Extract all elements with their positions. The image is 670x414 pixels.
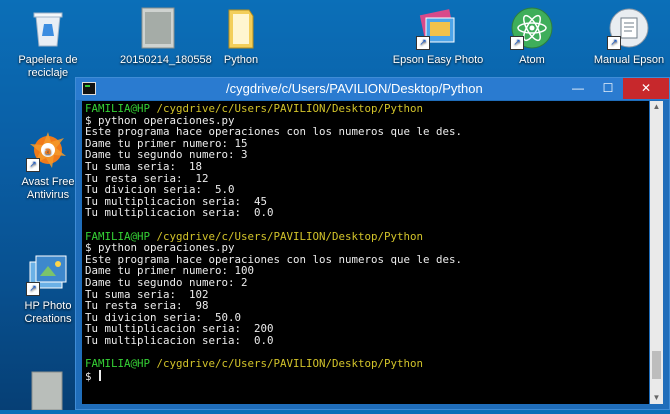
output-line: $ python operaciones.py <box>85 241 235 255</box>
shortcut-arrow-icon: ↗ <box>607 36 621 50</box>
desktop-icon-partial[interactable] <box>26 370 70 414</box>
folder-icon <box>219 6 263 50</box>
command-input-line[interactable]: $ <box>85 369 646 383</box>
output-line: Tu multiplicacion seria: 0.0 <box>85 206 274 220</box>
shortcut-arrow-icon: ↗ <box>416 36 430 50</box>
shortcut-arrow-icon: ↗ <box>26 158 40 172</box>
text-cursor <box>99 369 102 381</box>
desktop-icon-label: Python <box>223 54 259 66</box>
scroll-up-icon[interactable]: ▲ <box>650 101 663 113</box>
minimize-button[interactable]: — <box>563 78 593 99</box>
output-line: Tu resta seria: 98 <box>85 299 209 313</box>
shortcut-arrow-icon: ↗ <box>510 36 524 50</box>
desktop-icon-label: 20150214_180558 <box>120 54 212 66</box>
prompt-user: FAMILIA@HP <box>85 357 151 371</box>
image-file-icon <box>136 6 180 50</box>
terminal-window[interactable]: /cygdrive/c/Users/PAVILION/Desktop/Pytho… <box>75 77 670 410</box>
output-line: Tu multiplicacion seria: 0.0 <box>85 333 274 347</box>
svg-text:a: a <box>45 146 52 157</box>
terminal-app-icon <box>82 82 96 95</box>
desktop-icon-recycle-bin[interactable]: Papelera de reciclaje <box>10 6 86 80</box>
prompt-line: FAMILIA@HP /cygdrive/c/Users/PAVILION/De… <box>85 358 646 370</box>
scroll-down-icon[interactable]: ▼ <box>650 392 663 404</box>
recycle-bin-icon <box>26 6 70 50</box>
manual-icon: ↗ <box>607 6 651 50</box>
input-prompt: $ <box>85 369 99 383</box>
terminal-output[interactable]: FAMILIA@HP /cygdrive/c/Users/PAVILION/De… <box>82 101 649 404</box>
desktop-icon-epson-easy-photo[interactable]: ↗ Epson Easy Photo <box>383 6 493 67</box>
close-button[interactable]: ✕ <box>623 78 669 99</box>
desktop-icon-atom[interactable]: ↗ Atom <box>494 6 570 67</box>
window-title: /cygdrive/c/Users/PAVILION/Desktop/Pytho… <box>226 81 483 96</box>
image-file-icon <box>30 370 66 411</box>
desktop-icon-manual-epson[interactable]: ↗ Manual Epson <box>588 6 670 67</box>
output-line: Tu suma seria: 18 <box>85 159 203 173</box>
photo-app-icon: ↗ <box>416 6 460 50</box>
desktop-icon-python-folder[interactable]: Python <box>203 6 279 67</box>
maximize-button[interactable]: ☐ <box>593 78 623 99</box>
output-line: Tu divicion seria: 5.0 <box>85 183 235 197</box>
shortcut-arrow-icon: ↗ <box>26 282 40 296</box>
atom-icon: ↗ <box>510 6 554 50</box>
desktop-icon-image-file[interactable]: 20150214_180558 <box>120 6 212 67</box>
hp-photo-icon: ↗ <box>26 252 70 296</box>
desktop-icon-label: Epson Easy Photo <box>392 54 484 66</box>
prompt-line: FAMILIA@HP /cygdrive/c/Users/PAVILION/De… <box>85 103 646 115</box>
avast-icon: a ↗ <box>26 128 70 172</box>
desktop-icon-label: Manual Epson <box>593 54 665 66</box>
desktop-icon-label: Atom <box>519 54 545 66</box>
prompt-path: /cygdrive/c/Users/PAVILION/Desktop/Pytho… <box>156 357 424 371</box>
scroll-thumb[interactable] <box>652 351 661 379</box>
output-line: Dame tu segundo numero: 2 <box>85 275 248 289</box>
vertical-scrollbar[interactable]: ▲ ▼ <box>650 101 663 404</box>
title-bar[interactable]: /cygdrive/c/Users/PAVILION/Desktop/Pytho… <box>76 78 669 100</box>
